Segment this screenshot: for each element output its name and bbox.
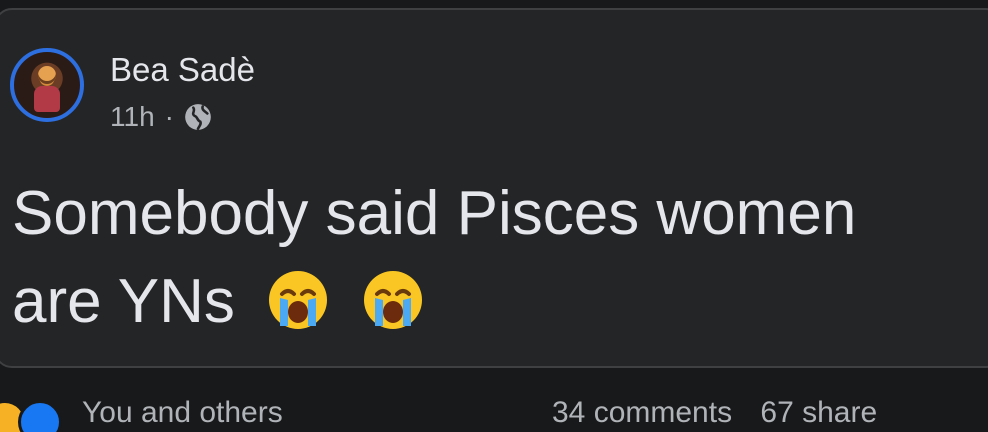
avatar[interactable] (10, 48, 84, 122)
post-footer: You and others 34 comments 67 share (0, 396, 988, 432)
reaction-icons[interactable] (0, 400, 62, 432)
avatar-head-shape (38, 66, 56, 84)
reaction-summary[interactable]: You and others (82, 396, 283, 430)
post-time[interactable]: 11h (110, 100, 155, 134)
post-text: Somebody said Pisces women are YNs (12, 170, 932, 346)
post-meta: Bea Sadè 11h · (110, 50, 255, 134)
like-reaction-icon (18, 400, 62, 432)
engagement-counts: 34 comments 67 share (552, 396, 877, 430)
meta-separator: · (164, 101, 174, 132)
author-name[interactable]: Bea Sadè (110, 50, 255, 90)
comments-count[interactable]: 34 comments (552, 396, 732, 429)
screen: Bea Sadè 11h · Somebody said Pisces wome… (0, 0, 988, 432)
loudly-crying-face-emoji (269, 271, 328, 329)
post-text-content: Somebody said Pisces women are YNs (12, 179, 857, 336)
loudly-crying-face-emoji (364, 271, 423, 329)
globe-icon (185, 104, 211, 130)
shares-count[interactable]: 67 share (760, 396, 877, 429)
post-header: Bea Sadè 11h · (10, 48, 255, 134)
post-card: Bea Sadè 11h · Somebody said Pisces wome… (0, 8, 988, 368)
avatar-body-shape (34, 86, 60, 112)
post-subline: 11h · (110, 100, 255, 134)
